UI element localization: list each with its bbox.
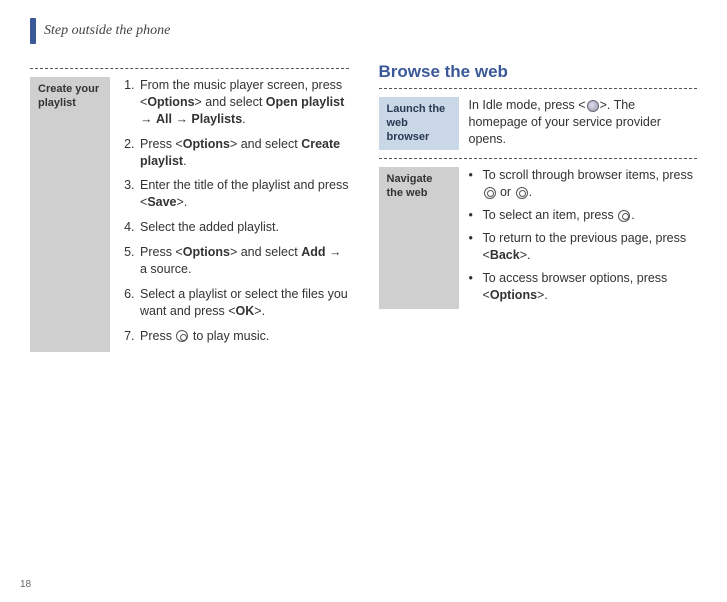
text: Select the added playlist. [140,220,279,234]
page-header: Step outside the phone [30,18,697,44]
divider [30,68,349,69]
bullet-scroll: To scroll through browser items, press o… [469,167,698,201]
text: Options [183,137,230,151]
text: . [183,154,186,168]
sidehead-navigate-web: Navigate the web [379,167,459,309]
text: >. [537,288,548,302]
navigate-web-section: Navigate the web To scroll through brows… [379,167,698,309]
nav-ok-icon [176,330,188,342]
step-4: Select the added playlist. [138,219,349,236]
text: Press < [140,137,183,151]
content-columns: Create your playlist From the music play… [30,62,697,360]
text: Playlists [191,112,242,126]
text: Press < [140,245,183,259]
text: → [172,112,191,126]
step-5: Press <Options> and select Add → a sourc… [138,244,349,278]
nav-select-icon [618,210,630,222]
text: > and select [230,137,301,151]
create-playlist-section: Create your playlist From the music play… [30,77,349,352]
text: >. [177,195,188,209]
text: Press [140,329,175,343]
left-column: Create your playlist From the music play… [30,62,349,360]
text: > and select [230,245,301,259]
bullet-select: To select an item, press . [469,207,698,224]
text: . [529,185,532,199]
nav-up-icon [484,187,496,199]
browse-web-heading: Browse the web [379,62,698,82]
text: Options [147,95,194,109]
create-playlist-body: From the music player screen, press <Opt… [120,77,349,352]
text: All [156,112,172,126]
text: Options [490,288,537,302]
running-title: Step outside the phone [44,23,170,39]
text: Add [301,245,325,259]
launch-browser-section: Launch the web browser In Idle mode, pre… [379,97,698,150]
text: . [631,208,634,222]
navigate-bullets: To scroll through browser items, press o… [469,167,698,303]
text: Options [183,245,230,259]
step-6: Select a playlist or select the files yo… [138,286,349,320]
navigate-web-body: To scroll through browser items, press o… [469,167,698,309]
bullet-options: To access browser options, press <Option… [469,270,698,304]
playlist-steps: From the music player screen, press <Opt… [120,77,349,344]
nav-down-icon [516,187,528,199]
text: → [140,112,156,126]
step-1: From the music player screen, press <Opt… [138,77,349,128]
text: In Idle mode, press < [469,98,586,112]
text: or [497,185,515,199]
header-accent-bar [30,18,36,44]
page-number: 18 [20,579,31,590]
text: To scroll through browser items, press [483,168,694,182]
launch-browser-body: In Idle mode, press <>. The homepage of … [469,97,698,150]
text: >. [254,304,265,318]
right-column: Browse the web Launch the web browser In… [379,62,698,360]
sidehead-launch-browser: Launch the web browser [379,97,459,150]
text: Open playlist [266,95,345,109]
globe-icon [587,100,599,112]
text: . [242,112,245,126]
step-7: Press to play music. [138,328,349,345]
step-2: Press <Options> and select Create playli… [138,136,349,170]
step-3: Enter the title of the playlist and pres… [138,177,349,211]
sidehead-create-playlist: Create your playlist [30,77,110,352]
text: Save [147,195,176,209]
text: To select an item, press [483,208,618,222]
text: Back [490,248,520,262]
divider [379,158,698,159]
text: >. [520,248,531,262]
text: to play music. [189,329,269,343]
divider [379,88,698,89]
text: > and select [195,95,266,109]
bullet-back: To return to the previous page, press <B… [469,230,698,264]
text: OK [236,304,255,318]
